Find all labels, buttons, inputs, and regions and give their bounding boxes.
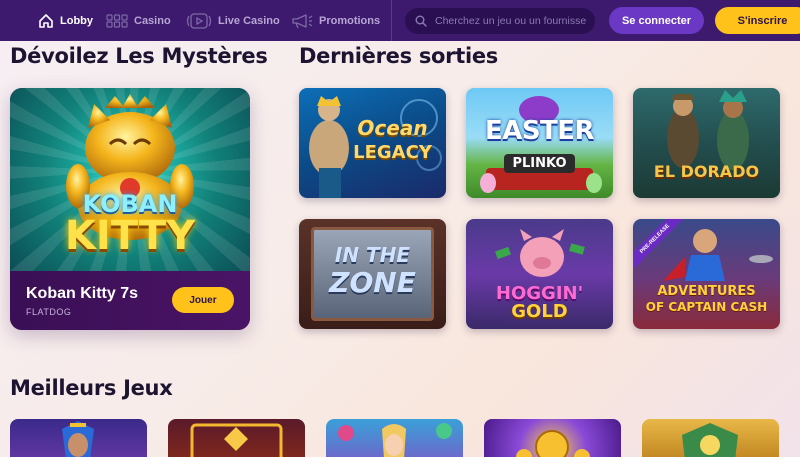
game-title-line1: IN THE: [334, 243, 411, 267]
best-game-art-3: [338, 423, 452, 457]
featured-art-line2: KITTY: [64, 213, 196, 259]
game-title-line1: ADVENTURES: [657, 284, 756, 299]
section-title-best: Meilleurs Jeux: [10, 376, 173, 400]
game-title-line2: LEGACY: [353, 142, 432, 163]
best-game-art-5: [682, 423, 738, 457]
nav-live-casino[interactable]: Live Casino: [176, 0, 290, 41]
best-game-tile-4[interactable]: [484, 419, 621, 457]
featured-game-provider: FLATDOG: [26, 307, 72, 317]
megaphone-icon: [292, 13, 313, 28]
best-game-art-4: [516, 430, 590, 457]
section-title-mysteries: Dévoilez Les Mystères: [10, 44, 268, 68]
nav-casino[interactable]: Casino: [96, 0, 181, 41]
game-title-line1: Ocean: [357, 116, 428, 140]
game-tile-easter-plinko[interactable]: EASTER PLINKO: [466, 88, 613, 198]
section-title-latest: Dernières sorties: [299, 44, 498, 68]
grid-icon: [106, 13, 128, 28]
best-game-art-2: [190, 423, 283, 457]
game-title-line1: EL DORADO: [653, 162, 760, 181]
nav-promotions[interactable]: Promotions: [281, 0, 390, 41]
login-button[interactable]: Se connecter: [609, 7, 704, 34]
game-title-line2: OF CAPTAIN CASH: [645, 300, 768, 314]
el-dorado-art: [667, 90, 749, 170]
featured-game-art: KOBAN KITTY: [10, 88, 250, 271]
game-tile-captain-cash[interactable]: PRE-RELEASE ADVENTURES OF CAPTAIN CASH: [633, 219, 780, 329]
best-game-tile-3[interactable]: [326, 419, 463, 457]
nav-lobby[interactable]: Lobby: [28, 0, 103, 41]
game-title-line1: EASTER: [484, 116, 595, 146]
search-box[interactable]: [405, 8, 595, 34]
play-button[interactable]: Jouer: [172, 287, 234, 313]
game-title-line2: GOLD: [511, 301, 568, 322]
top-nav-bar: Lobby Casino Live Casino Promotions Cher…: [0, 0, 800, 41]
game-tile-in-the-zone[interactable]: IN THE ZONE: [299, 219, 446, 329]
search-icon: [415, 15, 427, 27]
game-tile-ocean-legacy[interactable]: Ocean LEGACY: [299, 88, 446, 198]
best-game-tile-5[interactable]: [642, 419, 779, 457]
live-play-icon: [186, 12, 212, 29]
search-input[interactable]: [435, 15, 595, 27]
signup-button[interactable]: S'inscrire: [715, 7, 800, 34]
game-tile-el-dorado[interactable]: EL DORADO: [633, 88, 780, 198]
nav-casino-label: Casino: [134, 14, 171, 27]
nav-lobby-label: Lobby: [60, 14, 93, 27]
nav-promotions-label: Promotions: [319, 14, 381, 27]
home-icon: [39, 13, 53, 28]
game-title-line2: ZONE: [329, 266, 416, 299]
best-game-tile-1[interactable]: [10, 419, 147, 457]
game-tile-hoggin-gold[interactable]: HOGGIN' GOLD: [466, 219, 613, 329]
nav-live-casino-label: Live Casino: [218, 14, 280, 27]
best-game-art-1: [62, 421, 94, 457]
game-title-line2: PLINKO: [504, 154, 575, 173]
nav-divider: [391, 0, 392, 41]
featured-game-title: Koban Kitty 7s: [26, 285, 139, 302]
best-game-tile-2[interactable]: [168, 419, 305, 457]
